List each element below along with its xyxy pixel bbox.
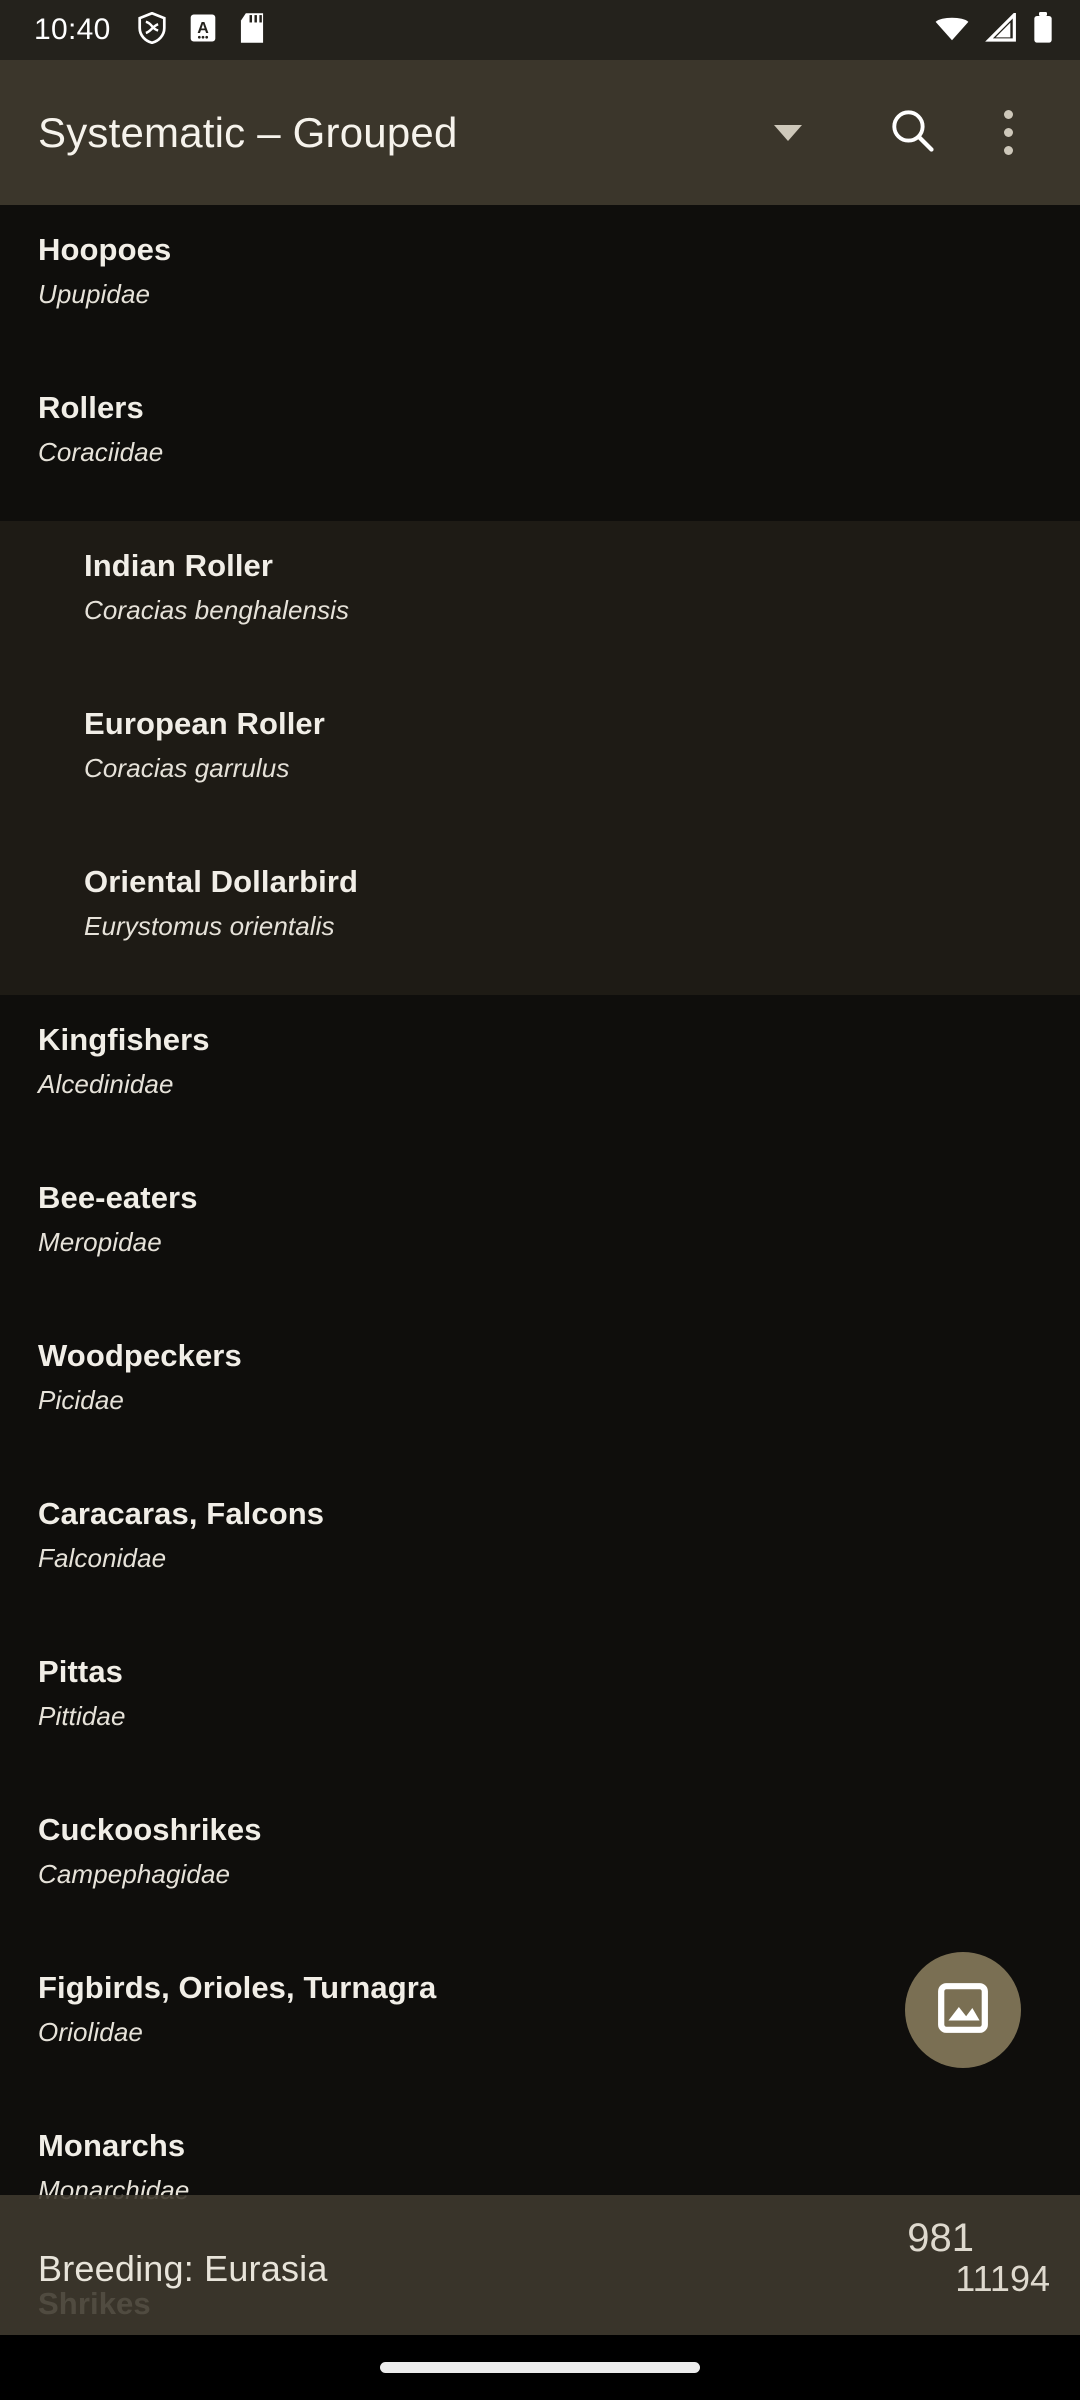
battery-icon — [1032, 11, 1054, 49]
chevron-down-icon[interactable] — [774, 124, 802, 141]
list-item[interactable]: Pittas Pittidae — [0, 1627, 1080, 1785]
page-title: Systematic – Grouped — [38, 108, 458, 156]
list-item[interactable]: Hoopoes Upupidae — [0, 205, 1080, 363]
search-icon — [889, 107, 935, 158]
list-item-subtitle: Meropidae — [38, 1227, 162, 1257]
filter-status-bar[interactable]: Breeding: Eurasia 981 11194 — [0, 2195, 1080, 2335]
list-item-subtitle: Pittidae — [38, 1701, 126, 1731]
list-item-title: Hoopoes — [38, 232, 172, 267]
status-bar-right-icons — [934, 10, 1054, 49]
list-item[interactable]: Cuckooshrikes Campephagidae — [0, 1785, 1080, 1943]
list-item-title: Pittas — [38, 1654, 124, 1689]
total-count: 11194 — [955, 2258, 1050, 2299]
list-item-title: European Roller — [84, 706, 325, 741]
app-toolbar: Systematic – Grouped — [0, 60, 1080, 205]
status-bar-clock: 10:40 — [34, 13, 111, 46]
keyboard-language-icon: A — [189, 12, 217, 49]
list-item-subtitle: Coracias garrulus — [84, 753, 290, 783]
list-item[interactable]: Bee-eaters Meropidae — [0, 1153, 1080, 1311]
list-item-title: Monarchs — [38, 2128, 186, 2163]
count-group: 981 11194 — [820, 2210, 1050, 2320]
list-item-title: Woodpeckers — [38, 1338, 242, 1373]
home-gesture-pill[interactable] — [380, 2362, 700, 2373]
wifi-icon — [934, 13, 970, 48]
list-item-title: Bee-eaters — [38, 1180, 198, 1215]
list-item-title: Cuckooshrikes — [38, 1812, 262, 1847]
list-item[interactable]: European Roller Coracias garrulus — [0, 679, 1080, 837]
list-item-title: Kingfishers — [38, 1022, 210, 1057]
list-item-subtitle: Campephagidae — [38, 1859, 231, 1889]
list-item-title: Figbirds, Orioles, Turnagra — [38, 1970, 437, 2005]
list-item[interactable]: Woodpeckers Picidae — [0, 1311, 1080, 1469]
list-item[interactable]: Indian Roller Coracias benghalensis — [0, 521, 1080, 679]
list-item-subtitle: Upupidae — [38, 279, 151, 309]
list-item-subtitle: Eurystomus orientalis — [84, 911, 335, 941]
list-item-title: Rollers — [38, 390, 144, 425]
overflow-menu-icon — [1003, 110, 1013, 155]
list-item-title: Caracaras, Falcons — [38, 1496, 325, 1531]
list-item-title: Oriental Dollarbird — [84, 864, 359, 899]
system-navigation-bar — [0, 2335, 1080, 2400]
list-item-subtitle: Alcedinidae — [38, 1069, 174, 1099]
svg-text:A: A — [197, 19, 209, 36]
list-item[interactable]: Caracaras, Falcons Falconidae — [0, 1469, 1080, 1627]
bird-family-list[interactable]: Hoopoes Upupidae Rollers Coraciidae Indi… — [0, 205, 1080, 2400]
status-bar-left-icons: A — [137, 11, 265, 49]
status-bar: 10:40 A — [0, 0, 1080, 60]
expanded-species-group: Indian Roller Coracias benghalensis Euro… — [0, 521, 1080, 995]
list-item-subtitle: Falconidae — [38, 1543, 167, 1573]
image-icon — [936, 1981, 990, 2040]
list-item-subtitle: Coraciidae — [38, 437, 164, 467]
overflow-menu-button[interactable] — [960, 85, 1056, 181]
cellular-signal-icon — [985, 10, 1017, 48]
list-item-subtitle: Coracias benghalensis — [84, 595, 350, 625]
list-item[interactable]: Kingfishers Alcedinidae — [0, 995, 1080, 1153]
list-item-subtitle: Picidae — [38, 1385, 124, 1415]
list-item-title: Indian Roller — [84, 548, 274, 583]
sd-card-icon — [239, 12, 265, 49]
list-item[interactable]: Rollers Coraciidae — [0, 363, 1080, 521]
list-item[interactable]: Oriental Dollarbird Eurystomus orientali… — [0, 837, 1080, 995]
search-button[interactable] — [864, 85, 960, 181]
list-item-subtitle: Oriolidae — [38, 2017, 143, 2047]
observed-count: 981 — [907, 2216, 974, 2260]
shield-icon — [137, 11, 167, 49]
app-screen: 10:40 A Systematic – Grouped Hoopoes Upu… — [0, 0, 1080, 2400]
filter-label: Breeding: Eurasia — [38, 2248, 328, 2289]
add-photo-fab[interactable] — [905, 1952, 1021, 2068]
